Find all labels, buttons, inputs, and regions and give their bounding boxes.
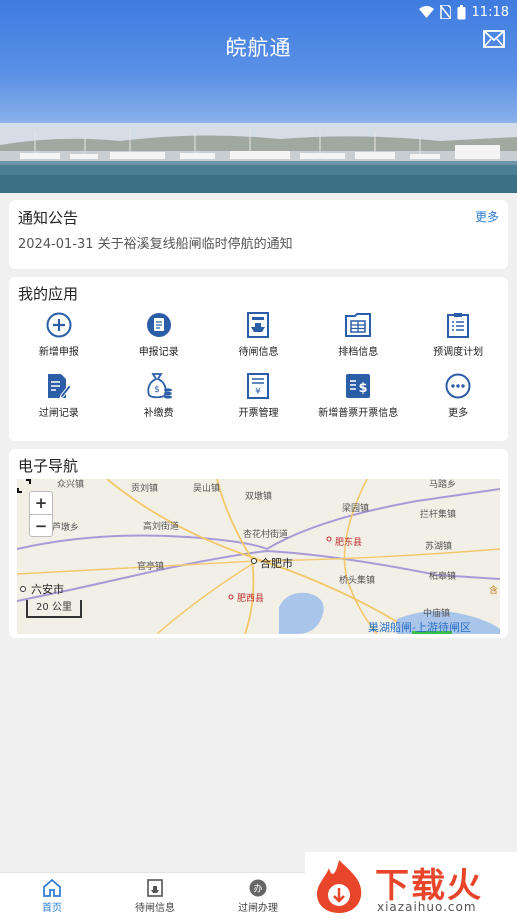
app-label: 补缴费 bbox=[143, 408, 174, 419]
map-label: 拦杆集镇 bbox=[420, 510, 457, 520]
tab-label: 待闸信息 bbox=[135, 903, 175, 914]
app-supplementary-fee[interactable]: $ 补缴费 bbox=[109, 372, 209, 419]
app-label: 新增普票开票信息 bbox=[318, 408, 399, 419]
zoom-out-button[interactable]: − bbox=[30, 514, 52, 536]
map-label: 桥头集镇 bbox=[339, 576, 376, 586]
status-time: 11:18 bbox=[471, 4, 509, 20]
app-declaration-record[interactable]: 申报记录 bbox=[109, 311, 209, 358]
map-label: 肥西县 bbox=[237, 594, 265, 604]
nav-title: 电子导航 bbox=[18, 457, 79, 475]
header-banner: 11:18 皖航通 bbox=[0, 0, 517, 193]
svg-text:$: $ bbox=[154, 385, 160, 395]
edit-doc-icon bbox=[45, 372, 73, 400]
app-dispatch-plan[interactable]: 预调度计划 bbox=[408, 311, 508, 358]
map-label-lock-waiting-area[interactable]: 巢湖船闸-上游待闸区 bbox=[368, 619, 471, 634]
wifi-icon bbox=[418, 6, 434, 18]
map-label: 六安市 bbox=[31, 583, 64, 596]
app-label: 新增申报 bbox=[38, 347, 79, 358]
app-label: 申报记录 bbox=[138, 347, 179, 358]
app-label: 更多 bbox=[448, 408, 469, 419]
map-label: 众兴镇 bbox=[57, 480, 85, 490]
app-invoice-management[interactable]: ¥ 开票管理 bbox=[209, 372, 309, 419]
map-label: 马踏乡 bbox=[429, 480, 457, 490]
ship-waiting-icon bbox=[244, 311, 272, 339]
app-waiting-info[interactable]: 待闸信息 bbox=[209, 311, 309, 358]
more-dots-icon bbox=[444, 372, 472, 400]
map-label: 贡刘镇 bbox=[131, 484, 159, 494]
plus-circle-icon bbox=[45, 311, 73, 339]
status-bar: 11:18 bbox=[0, 0, 517, 24]
svg-text:办: 办 bbox=[253, 883, 262, 895]
app-schedule-info[interactable]: 排档信息 bbox=[308, 311, 408, 358]
map-label: 官亭镇 bbox=[137, 562, 165, 572]
app-label: 待闸信息 bbox=[238, 347, 279, 358]
table-icon bbox=[344, 311, 372, 339]
map-label: 肥东县 bbox=[335, 538, 363, 548]
app-label: 过闸记录 bbox=[38, 408, 79, 419]
map-label: 柘皋镇 bbox=[429, 572, 457, 582]
clipboard-icon bbox=[444, 311, 472, 339]
home-icon bbox=[43, 879, 61, 897]
map-label: 高刘街道 bbox=[143, 522, 180, 532]
apps-grid: 新增申报 申报记录 待闸信息 排档信息 预调度计划 过闸记录 $ 补缴费 ¥ 开… bbox=[9, 311, 508, 419]
map-scale-bar: 20 公里 bbox=[26, 600, 82, 618]
notice-card: 通知公告 更多 2024-01-31 关于裕溪复线船闸临时停航的通知 bbox=[9, 200, 508, 269]
tab-lock-handling[interactable]: 办 过闸办理 bbox=[218, 879, 298, 914]
harbor-banner-image bbox=[0, 123, 517, 193]
tab-label: 首页 bbox=[42, 903, 62, 914]
map-label: 芦墩乡 bbox=[52, 523, 80, 533]
record-icon bbox=[145, 311, 173, 339]
map-label: 吴山镇 bbox=[193, 484, 221, 494]
app-lock-record[interactable]: 过闸记录 bbox=[9, 372, 109, 419]
e-navigation-card: 电子导航 众兴镇 贡刘镇 吴山镇 双墩镇 马踏乡 高刘街道 梁园镇 拦杆集镇 芦… bbox=[9, 449, 508, 638]
map-zoom-control: + − bbox=[29, 491, 53, 537]
map-label: 梁园镇 bbox=[342, 504, 370, 514]
no-sim-icon bbox=[439, 5, 451, 19]
app-new-invoice-info[interactable]: $ 新增普票开票信息 bbox=[308, 372, 408, 419]
fullscreen-icon[interactable] bbox=[17, 479, 31, 493]
watermark-logo: 下载火 xiazaihuo.com bbox=[305, 852, 517, 920]
map-label: 苏湖镇 bbox=[425, 542, 453, 552]
navigation-map[interactable]: 众兴镇 贡刘镇 吴山镇 双墩镇 马踏乡 高刘街道 梁园镇 拦杆集镇 芦墩乡 杏花… bbox=[17, 479, 500, 634]
my-apps-card: 我的应用 新增申报 申报记录 待闸信息 排档信息 预调度计划 过闸记录 $ 补缴… bbox=[9, 277, 508, 441]
mail-icon[interactable] bbox=[483, 30, 505, 48]
tab-waiting-info[interactable]: 待闸信息 bbox=[115, 879, 195, 914]
tab-label: 过闸办理 bbox=[238, 903, 278, 914]
map-label: 合肥市 bbox=[260, 557, 293, 570]
notice-title: 通知公告 bbox=[18, 209, 79, 227]
tab-home[interactable]: 首页 bbox=[12, 879, 92, 914]
invoice-icon: ¥ bbox=[244, 372, 272, 400]
app-new-declaration[interactable]: 新增申报 bbox=[9, 311, 109, 358]
watermark-url: xiazaihuo.com bbox=[377, 900, 477, 914]
battery-icon bbox=[457, 4, 466, 19]
svg-text:¥: ¥ bbox=[256, 387, 262, 397]
app-label: 预调度计划 bbox=[433, 347, 484, 358]
zoom-in-button[interactable]: + bbox=[30, 492, 52, 514]
map-label: 中庙镇 bbox=[423, 609, 451, 619]
notice-more-link[interactable]: 更多 bbox=[475, 208, 499, 225]
svg-text:$: $ bbox=[359, 381, 368, 396]
app-label: 排档信息 bbox=[338, 347, 379, 358]
handle-icon: 办 bbox=[249, 879, 267, 897]
app-label: 开票管理 bbox=[238, 408, 279, 419]
notice-item[interactable]: 2024-01-31 关于裕溪复线船闸临时停航的通知 bbox=[18, 233, 293, 252]
map-label: 杏花村街道 bbox=[243, 530, 289, 540]
app-title: 皖航通 bbox=[225, 36, 292, 60]
flame-logo-icon bbox=[317, 860, 362, 913]
apps-title: 我的应用 bbox=[18, 285, 79, 303]
ship-waiting-icon bbox=[147, 879, 163, 897]
money-bag-icon: $ bbox=[145, 372, 173, 400]
map-label: 双墩镇 bbox=[245, 492, 273, 502]
map-label: 含 bbox=[489, 586, 499, 596]
dollar-doc-icon: $ bbox=[344, 372, 372, 400]
app-more[interactable]: 更多 bbox=[408, 372, 508, 419]
